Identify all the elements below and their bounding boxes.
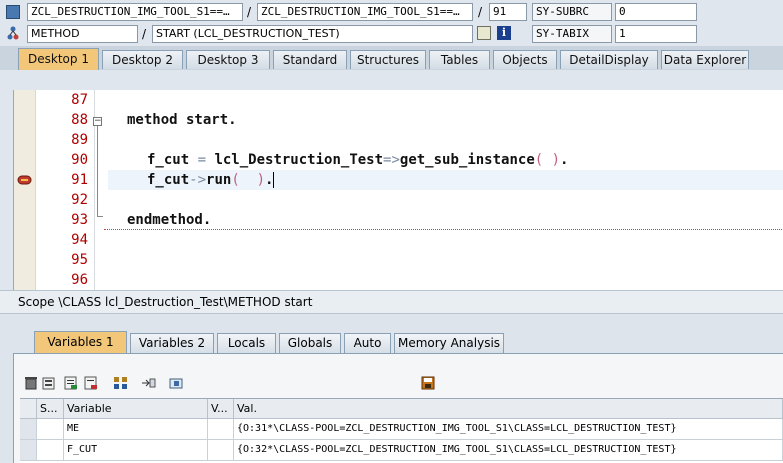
grid-cell-variable[interactable]: ME (64, 419, 208, 440)
source-editor[interactable]: − method start. f_cut = lcl_Destruction_… (13, 90, 783, 290)
grid-cell-variable[interactable]: F_CUT (64, 440, 208, 461)
collapse-toggle[interactable]: − (93, 117, 102, 126)
variables-grid: S... Variable V... Val. ME {O:31*\CLASS-P… (20, 398, 783, 463)
delete-icon[interactable] (24, 376, 38, 390)
event-name-field[interactable]: START (LCL_DESTRUCTION_TEST) (152, 25, 473, 43)
editor-outer-margin (0, 70, 783, 90)
tab-data-explorer[interactable]: Data Explorer (661, 50, 749, 69)
program-field-main[interactable]: ZCL_DESTRUCTION_IMG_TOOL_S1==… (27, 3, 243, 21)
grid-cell-v (208, 440, 234, 461)
tab-desktop-1[interactable]: Desktop 1 (18, 48, 99, 70)
tab-desktop-3[interactable]: Desktop 3 (186, 50, 270, 69)
tab-desktop-2[interactable]: Desktop 2 (102, 50, 183, 69)
token-dot: . (560, 152, 569, 168)
program-field-include[interactable]: ZCL_DESTRUCTION_IMG_TOOL_S1==… (257, 3, 473, 21)
grid-header-value[interactable]: Val. (234, 399, 783, 419)
tab-standard[interactable]: Standard (273, 50, 347, 69)
token-class: lcl_Destruction_Test (214, 152, 384, 168)
line-number: 91 (71, 172, 88, 188)
code-line-90: f_cut = lcl_Destruction_Test=>get_sub_in… (147, 150, 568, 170)
path-separator: / (478, 5, 483, 19)
token-paren-close: ) (256, 172, 266, 188)
line-number: 95 (71, 252, 88, 268)
tab-detaildisplay[interactable]: DetailDisplay (560, 50, 658, 69)
text-cursor (273, 172, 275, 188)
sysvar-value-field-2[interactable]: 1 (615, 25, 697, 43)
token-paren-open: ( (231, 172, 257, 188)
export-icon[interactable] (64, 376, 78, 390)
line-number: 90 (71, 152, 88, 168)
path-separator: / (247, 5, 252, 19)
line-number-field[interactable]: 91 (489, 3, 527, 21)
code-line-93: endmethod. (127, 212, 212, 228)
tab-variables-1[interactable]: Variables 1 (34, 331, 127, 353)
method-end-underline (104, 229, 783, 230)
line-number: 93 (71, 212, 88, 228)
sysvar-name-field[interactable]: SY-SUBRC (532, 3, 612, 21)
grid-header-s[interactable]: S... (37, 399, 64, 419)
token-paren-close: ) (551, 152, 561, 168)
display-icon[interactable] (477, 26, 491, 40)
token-method: run (206, 172, 232, 188)
path-separator: / (142, 27, 147, 41)
tab-auto[interactable]: Auto (344, 333, 391, 353)
program-icon (6, 5, 20, 19)
scope-status: Scope \CLASS lcl_Destruction_Test\METHOD… (0, 290, 783, 314)
tab-locals[interactable]: Locals (217, 333, 276, 353)
grid-row-selector[interactable] (20, 440, 37, 461)
line-number: 89 (71, 132, 88, 148)
line-number: 87 (71, 92, 88, 108)
grid-row-selector[interactable] (20, 419, 37, 440)
tab-tables[interactable]: Tables (429, 50, 490, 69)
hierarchy-icon (7, 26, 19, 40)
sysvar-value-field[interactable]: 0 (615, 3, 697, 21)
tab-objects[interactable]: Objects (493, 50, 557, 69)
token-method: get_sub_instance (399, 152, 535, 168)
info-icon[interactable]: i (497, 26, 511, 40)
grid-cell-s (37, 419, 64, 440)
breakpoint-gutter[interactable] (14, 90, 36, 290)
tab-variables-2[interactable]: Variables 2 (130, 333, 214, 353)
sysvar-name-field-2[interactable]: SY-TABIX (532, 25, 612, 43)
line-number: 92 (71, 192, 88, 208)
tab-memory-analysis[interactable]: Memory Analysis (394, 333, 504, 353)
event-type-field[interactable]: METHOD (27, 25, 138, 43)
fold-end (97, 216, 103, 217)
token-var: f_cut (147, 152, 190, 168)
tab-globals[interactable]: Globals (279, 333, 341, 353)
folder-info-icon[interactable] (169, 376, 183, 390)
token-dot: . (265, 172, 274, 188)
token-op: = (189, 152, 215, 168)
code-line-88: method start. (127, 112, 237, 128)
import-icon[interactable] (84, 376, 98, 390)
grid-row-selector-header[interactable] (20, 399, 37, 419)
grid-header-variable[interactable]: Variable (64, 399, 208, 419)
tree-icon[interactable] (113, 376, 127, 390)
token-arrow: => (383, 152, 400, 168)
grid-cell-value[interactable]: {O:31*\CLASS-POOL=ZCL_DESTRUCTION_IMG_TO… (234, 419, 783, 440)
fold-line (97, 126, 98, 216)
token-var: f_cut (147, 172, 190, 188)
line-number: 94 (71, 232, 88, 248)
token-arrow: -> (189, 172, 207, 188)
line-number: 88 (71, 112, 88, 128)
grid-header-v[interactable]: V... (208, 399, 234, 419)
tab-structures[interactable]: Structures (350, 50, 426, 69)
grid-cell-v (208, 419, 234, 440)
grid-cell-s (37, 440, 64, 461)
token-paren-open: ( (534, 152, 552, 168)
save-icon[interactable] (421, 376, 435, 390)
delete-all-icon[interactable] (42, 376, 56, 390)
move-icon[interactable] (141, 376, 156, 390)
breakpoint-icon[interactable] (17, 174, 33, 186)
code-line-91: f_cut->run( ). (147, 170, 275, 190)
line-number: 96 (71, 272, 88, 288)
grid-cell-value[interactable]: {O:32*\CLASS-POOL=ZCL_DESTRUCTION_IMG_TO… (234, 440, 783, 461)
